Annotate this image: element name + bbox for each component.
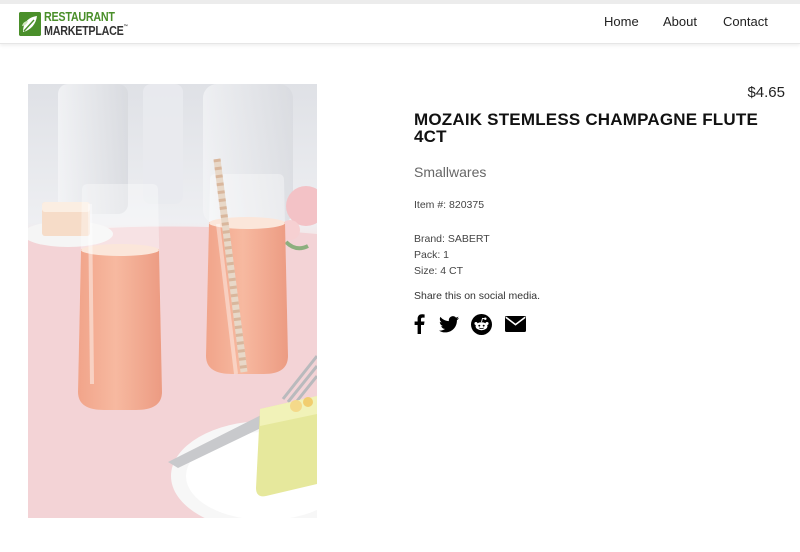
product-image	[28, 84, 317, 518]
nav-about-link[interactable]: About	[663, 14, 697, 29]
share-label: Share this on social media.	[414, 290, 541, 302]
item-number: Item #: 820375	[414, 199, 485, 211]
spec-size: Size: 4 CT	[414, 265, 464, 277]
product-specs: Brand: SABERT Pack: 1 Size: 4 CT	[414, 231, 490, 279]
logo-text-marketplace: MARKETPLACE	[44, 23, 124, 38]
social-share-bar	[412, 313, 526, 335]
facebook-icon[interactable]	[412, 313, 426, 335]
email-icon[interactable]	[504, 313, 526, 335]
product-category[interactable]: Smallwares	[414, 164, 486, 180]
reddit-icon[interactable]	[470, 313, 492, 335]
spec-pack: Pack: 1	[414, 249, 450, 261]
logo-trademark: ™	[123, 23, 128, 30]
site-logo[interactable]: RESTAURANT MARKETPLACE™	[19, 10, 141, 38]
nav-contact-link[interactable]: Contact	[723, 14, 768, 29]
product-title: MOZAIK STEMLESS CHAMPAGNE FLUTE 4CT	[414, 110, 758, 146]
nav-home-link[interactable]: Home	[604, 14, 639, 29]
site-header: RESTAURANT MARKETPLACE™ Home About Conta…	[0, 4, 800, 44]
logo-text-restaurant: RESTAURANT	[44, 10, 115, 24]
leaf-logo-icon	[19, 12, 41, 36]
spec-brand: Brand: SABERT	[414, 233, 490, 245]
twitter-icon[interactable]	[438, 313, 460, 335]
product-price: $4.65	[747, 84, 785, 101]
